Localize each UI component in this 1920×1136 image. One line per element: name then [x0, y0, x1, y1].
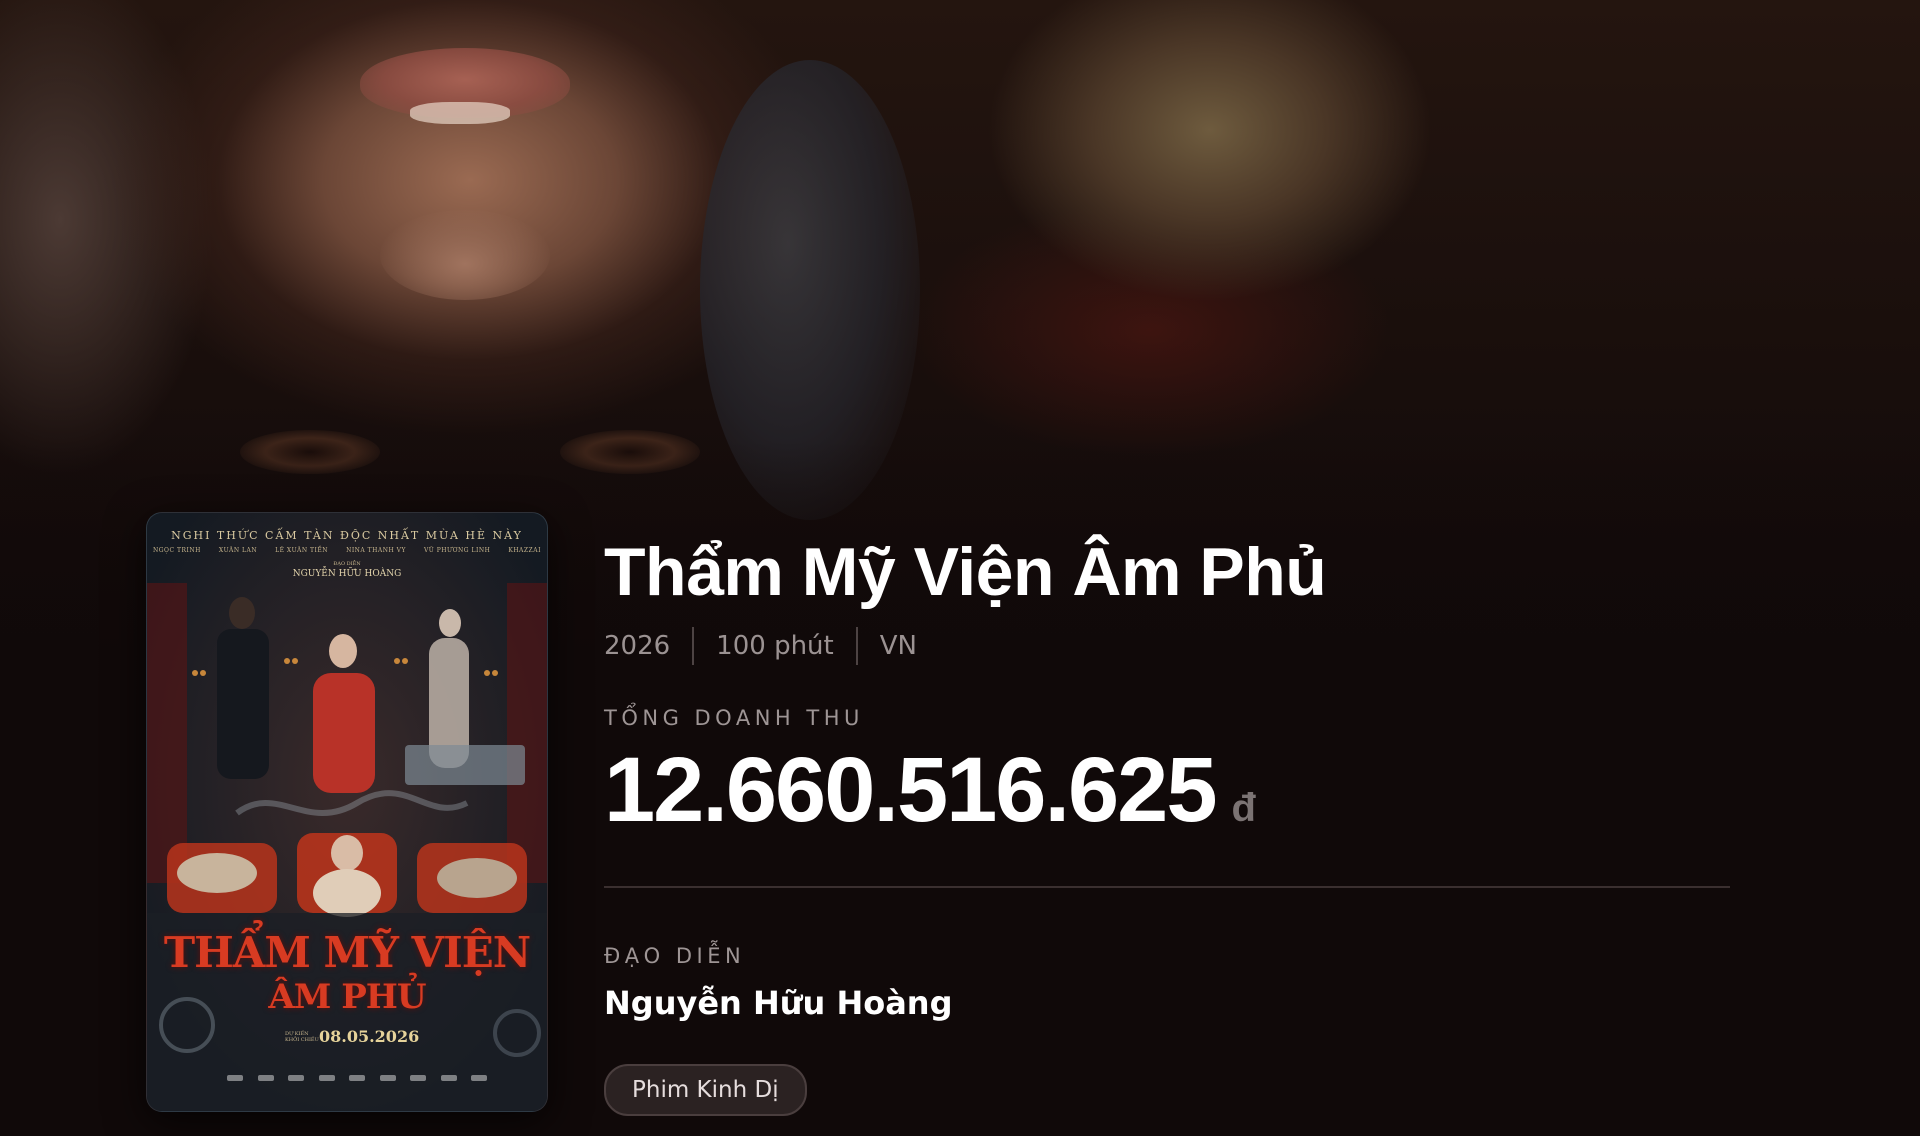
revenue-value: 12.660.516.625: [604, 739, 1218, 841]
director-label: ĐẠO DIỄN: [604, 944, 746, 968]
revenue-currency: đ: [1231, 786, 1256, 830]
poster-cast-name: NINA THANH VY: [346, 547, 406, 554]
movie-meta: 2026 100 phút VN: [604, 626, 1732, 666]
backdrop-eye-right: [560, 430, 700, 474]
sponsor-logo: [288, 1075, 304, 1081]
poster-release-date: 08.05.2026: [319, 1027, 420, 1046]
poster-director-label: ĐẠO DIỄN: [333, 561, 361, 567]
poster-sponsor-logos: [227, 1075, 487, 1081]
poster-cast-name: LÊ XUÂN TIỀN: [275, 547, 329, 554]
poster-tagline: NGHI THỨC CẤM TÀN ĐỘC NHẤT MÙA HÈ NÀY: [171, 529, 523, 542]
sponsor-logo: [318, 1075, 335, 1081]
sponsor-logo: [471, 1075, 487, 1081]
poster-artwork: [147, 513, 547, 1111]
poster-cast-list: NGỌC TRINH XUÂN LAN LÊ XUÂN TIỀN NINA TH…: [153, 547, 541, 554]
poster-cast-name: NGỌC TRINH: [153, 547, 201, 554]
revenue-display: 12.660.516.625 đ: [604, 740, 1732, 840]
meta-separator: [692, 627, 695, 665]
poster-release-label: DỰ KIẾN KHỞI CHIẾU: [285, 1031, 319, 1043]
sponsor-logo: [440, 1075, 457, 1081]
genre-tags: Phim Kinh Dị: [604, 1064, 1732, 1116]
sponsor-logo: [410, 1075, 426, 1081]
sponsor-logo: [227, 1075, 243, 1081]
backdrop-teeth-shape: [410, 102, 510, 124]
movie-title: Thẩm Mỹ Viện Âm Phủ: [604, 534, 1327, 610]
genre-tag-horror[interactable]: Phim Kinh Dị: [604, 1064, 807, 1116]
poster-title-line2: ÂM PHỦ: [268, 977, 426, 1017]
poster-cast-name: VŨ PHƯƠNG LINH: [423, 547, 491, 554]
poster-title: THẨM MỸ VIỆN ÂM PHỦ: [147, 931, 547, 1019]
poster-title-line1: THẨM MỸ VIỆN: [163, 928, 531, 977]
poster-cast-name: XUÂN LAN: [218, 547, 258, 554]
poster-director: NGUYỄN HỮU HOÀNG: [292, 569, 402, 579]
backdrop-eye-left: [240, 430, 380, 474]
movie-duration: 100 phút: [716, 631, 834, 661]
sponsor-logo: [257, 1075, 274, 1081]
sponsor-logo: [379, 1075, 396, 1081]
movie-poster: NGHI THỨC CẤM TÀN ĐỘC NHẤT MÙA HÈ NÀY NG…: [146, 512, 548, 1112]
poster-cast-name: KHAZZAI: [508, 547, 541, 554]
section-divider: [604, 886, 1730, 888]
movie-info-panel: Thẩm Mỹ Viện Âm Phủ 2026 100 phút VN TỔN…: [604, 528, 1732, 1116]
sponsor-logo: [349, 1075, 365, 1081]
backdrop-nose-shape: [380, 210, 550, 300]
director-name: Nguyễn Hữu Hoàng: [604, 984, 953, 1022]
movie-country: VN: [879, 631, 917, 661]
meta-separator: [855, 627, 858, 665]
movie-year: 2026: [604, 631, 671, 661]
revenue-label: TỔNG DOANH THU: [604, 706, 864, 730]
movie-detail-page: NGHI THỨC CẤM TÀN ĐỘC NHẤT MÙA HÈ NÀY NG…: [0, 0, 1920, 1136]
backdrop-hood-shape: [700, 60, 920, 520]
